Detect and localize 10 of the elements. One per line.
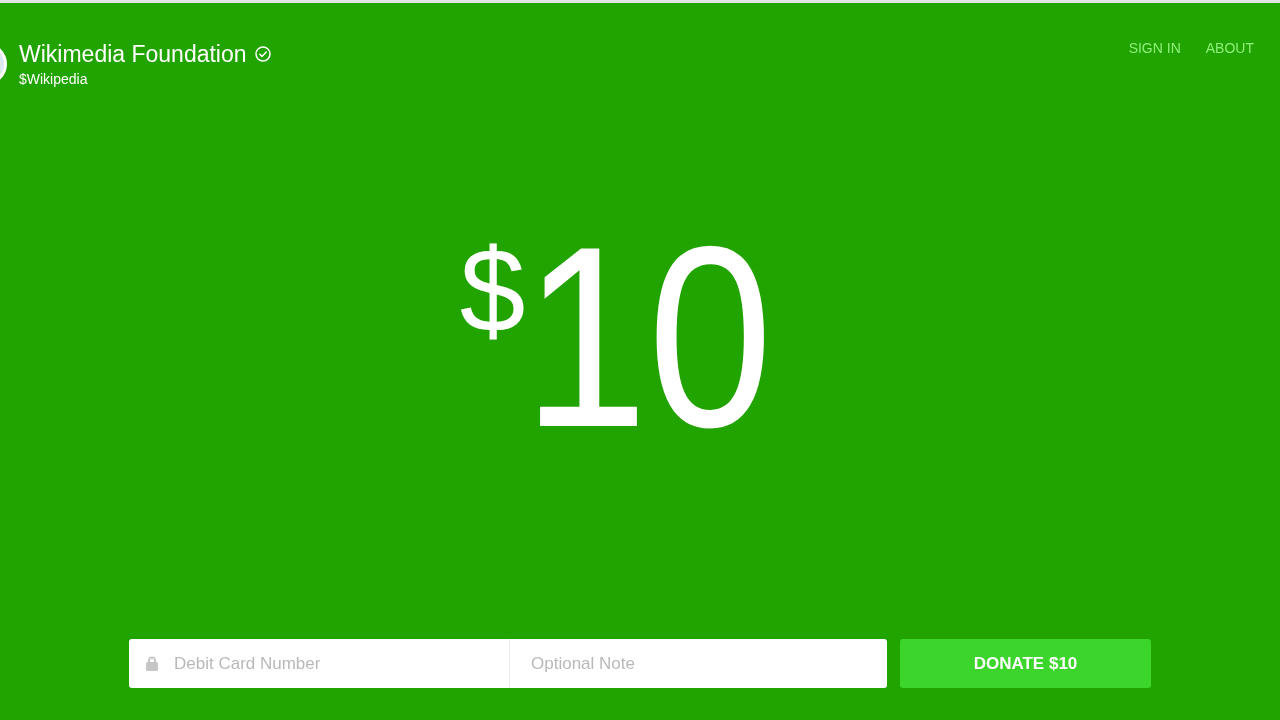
amount-value: 10 xyxy=(523,208,773,466)
donate-button[interactable]: DONATE $10 xyxy=(900,639,1151,688)
nav-link[interactable]: ABOUT xyxy=(1205,39,1254,57)
nav-link[interactable]: SIGN IN xyxy=(1128,39,1181,57)
card-number-field[interactable]: Debit Card Number xyxy=(129,639,509,688)
lock-icon xyxy=(146,656,158,671)
note-field[interactable]: Optional Note xyxy=(509,639,887,688)
currency-symbol: $ xyxy=(459,231,526,349)
recipient-handle: $Wikipedia xyxy=(19,70,89,88)
recipient-name: Wikimedia Foundation xyxy=(19,40,247,68)
